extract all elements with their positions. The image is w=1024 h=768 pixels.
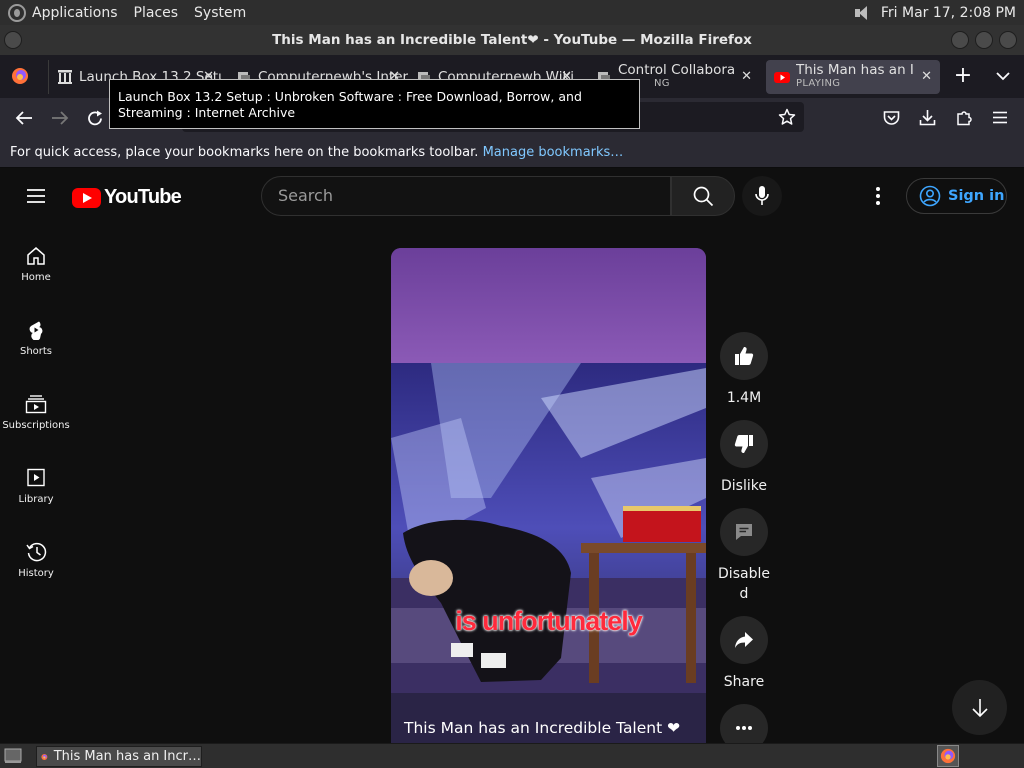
history-icon (26, 542, 47, 562)
like-count: 1.4M (726, 390, 762, 406)
close-window-button[interactable] (999, 31, 1017, 49)
archive-icon (58, 70, 72, 84)
new-tab-plus-icon[interactable]: + (951, 64, 975, 88)
video-frame (391, 248, 706, 743)
close-tab-icon[interactable]: ✕ (921, 69, 932, 84)
comments-button[interactable]: Disable d (716, 508, 772, 604)
search-icon (693, 186, 714, 207)
tab-tooltip: Launch Box 13.2 Setup : Unbroken Softwar… (109, 79, 640, 129)
pocket-icon[interactable] (883, 110, 900, 126)
bottom-taskbar: This Man has an Incr… (0, 743, 1024, 768)
maximize-button[interactable] (975, 31, 993, 49)
window-titlebar: This Man has an Incredible Talent❤ - You… (0, 25, 1024, 55)
more-horizontal-icon (736, 726, 752, 730)
hamburger-menu-icon[interactable] (992, 111, 1008, 124)
workspace-switcher[interactable] (937, 745, 959, 767)
tab-label: This Man has an Incredible (796, 63, 914, 77)
shorts-icon (29, 321, 43, 340)
shorts-video-player[interactable]: is unfortunately (391, 248, 706, 743)
clock[interactable]: Fri Mar 17, 2:08 PM (881, 5, 1016, 21)
video-caption: is unfortunately (455, 606, 643, 636)
next-video-button[interactable] (952, 680, 1007, 735)
forward-arrow-icon[interactable] (51, 111, 69, 125)
thumbs-down-icon (734, 435, 753, 453)
sidebar-item-library[interactable]: Library (0, 468, 72, 505)
window-title: This Man has an Incredible Talent❤ - You… (272, 32, 752, 48)
firefox-view-icon[interactable] (11, 67, 29, 85)
search-button[interactable] (671, 176, 735, 216)
manage-bookmarks-link[interactable]: Manage bookmarks… (483, 145, 624, 160)
sidebar-item-history[interactable]: History (0, 542, 72, 579)
sidebar-item-home[interactable]: Home (0, 246, 72, 283)
library-icon (27, 468, 45, 487)
like-button[interactable]: 1.4M (720, 332, 768, 408)
close-tab-icon[interactable]: ✕ (741, 69, 752, 84)
reload-icon[interactable] (87, 110, 104, 127)
minimize-button[interactable] (951, 31, 969, 49)
home-icon (27, 247, 45, 265)
places-menu[interactable]: Places (134, 5, 179, 21)
comments-icon (736, 524, 752, 540)
downloads-icon[interactable] (919, 109, 936, 126)
youtube-icon (774, 72, 790, 83)
tab-label: Control Collaborative (618, 63, 734, 77)
firefox-icon (41, 753, 48, 760)
youtube-play-logo-icon (72, 187, 101, 208)
dislike-button[interactable]: Dislike (720, 420, 768, 496)
comments-disabled-label: Disable d (718, 566, 770, 602)
firefox-icon (940, 748, 956, 764)
taskbar-firefox-window[interactable]: This Man has an Incr… (36, 746, 202, 767)
bookmarks-toolbar: For quick access, place your bookmarks h… (0, 138, 1024, 168)
back-arrow-icon[interactable] (15, 111, 33, 125)
share-label: Share (723, 674, 765, 690)
share-button[interactable]: Share (720, 616, 768, 692)
bookmark-star-icon[interactable] (778, 108, 796, 126)
account-icon (919, 185, 941, 207)
subscriptions-icon (25, 395, 47, 414)
guide-menu-icon[interactable] (26, 188, 46, 204)
show-desktop-icon[interactable] (4, 748, 22, 764)
tab-youtube-active[interactable]: This Man has an Incredible PLAYING ✕ (766, 60, 940, 94)
volume-icon[interactable] (853, 5, 871, 21)
tab-status: PLAYING (796, 78, 841, 89)
microphone-icon (755, 186, 769, 205)
search-input[interactable]: Search (261, 176, 671, 216)
sidebar-item-subscriptions[interactable]: Subscriptions (0, 394, 72, 431)
share-arrow-icon (735, 632, 753, 648)
more-actions-button[interactable] (720, 704, 768, 743)
dislike-label: Dislike (721, 478, 767, 494)
youtube-logo[interactable]: YouTube (72, 186, 182, 209)
extensions-puzzle-icon[interactable] (956, 109, 973, 126)
list-all-tabs-chevron-icon[interactable] (996, 72, 1010, 81)
gnome-logo-icon (8, 3, 26, 22)
bookmarks-empty-message: For quick access, place your bookmarks h… (10, 145, 479, 160)
youtube-wordmark: YouTube (104, 186, 182, 208)
more-options-kebab-icon[interactable] (875, 186, 881, 206)
system-top-panel: Applications Places System Fri Mar 17, 2… (0, 0, 1024, 25)
system-menu[interactable]: System (194, 5, 246, 21)
youtube-page: YouTube Search Sign in Home Shorts Subsc… (0, 168, 1024, 743)
sidebar-item-shorts[interactable]: Shorts (0, 320, 72, 357)
thumbs-up-icon (735, 347, 754, 365)
voice-search-button[interactable] (742, 176, 782, 216)
sign-in-button[interactable]: Sign in (906, 178, 1007, 214)
window-menu-button[interactable] (4, 31, 22, 49)
video-title[interactable]: This Man has an Incredible Talent ❤ (404, 719, 680, 737)
arrow-down-icon (971, 698, 988, 717)
applications-menu[interactable]: Applications (8, 3, 118, 22)
